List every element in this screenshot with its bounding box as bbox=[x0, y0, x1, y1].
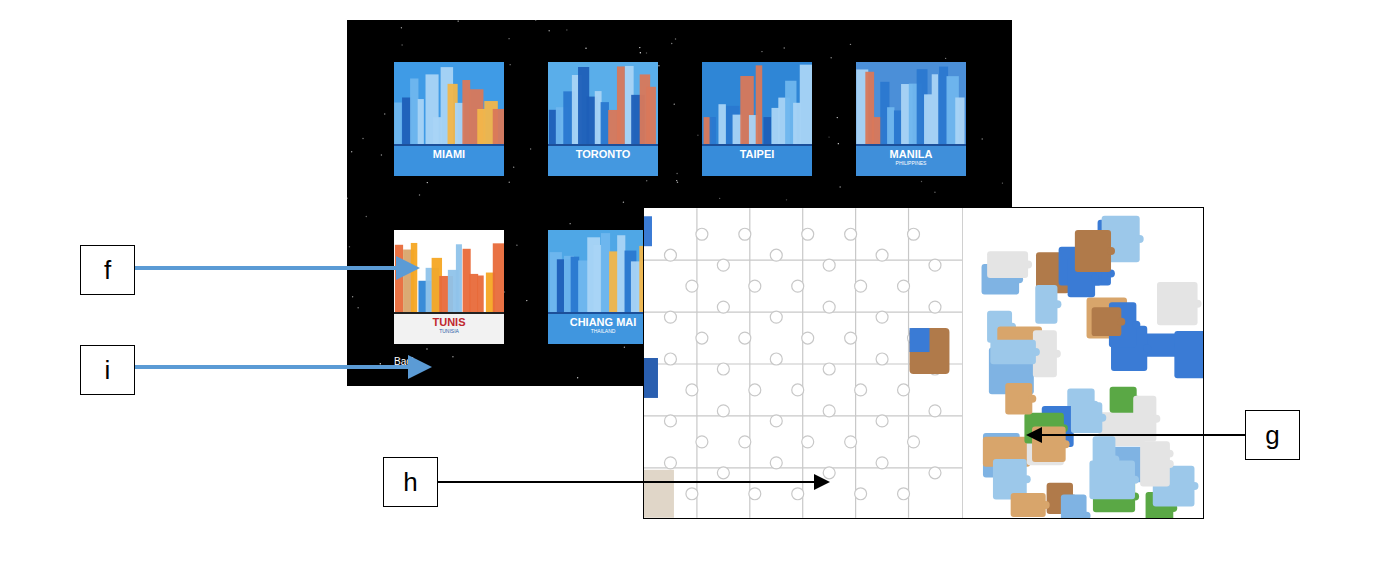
puzzle-screen bbox=[643, 207, 1204, 519]
country-name: THAILAND bbox=[591, 328, 616, 334]
level-thumbnail[interactable]: MANILAPHILIPPINES bbox=[856, 62, 966, 176]
level-thumbnail[interactable]: MIAMI bbox=[394, 62, 504, 176]
city-name: CHIANG MAI bbox=[570, 316, 637, 328]
city-name: TAIPEI bbox=[740, 148, 775, 160]
level-thumbnail[interactable]: TAIPEI bbox=[702, 62, 812, 176]
level-thumbnail[interactable]: TORONTO bbox=[548, 62, 658, 176]
city-name: TORONTO bbox=[576, 148, 631, 160]
country-name: TUNISIA bbox=[439, 328, 459, 334]
callout-label: h bbox=[383, 457, 438, 507]
country-name: PHILIPPINES bbox=[896, 160, 927, 166]
city-name: MIAMI bbox=[433, 148, 465, 160]
level-thumbnail[interactable]: CHIANG MAITHAILAND bbox=[548, 230, 658, 344]
callout-label: i bbox=[80, 345, 135, 395]
callout-arrows-icon bbox=[0, 0, 1384, 575]
figure: MIAMI TORONTO TAIPEI MANILAPHILIPPINES TUNIS… bbox=[0, 0, 1384, 575]
city-name: MANILA bbox=[890, 148, 933, 160]
callout-label: g bbox=[1245, 410, 1300, 460]
puzzle-pieces-icon[interactable] bbox=[963, 208, 1203, 518]
city-name: TUNIS bbox=[433, 316, 466, 328]
puzzle-board-icon[interactable] bbox=[644, 208, 962, 518]
callout-label: f bbox=[80, 245, 135, 295]
level-thumbnail[interactable]: TUNISTUNISIA bbox=[394, 230, 504, 344]
